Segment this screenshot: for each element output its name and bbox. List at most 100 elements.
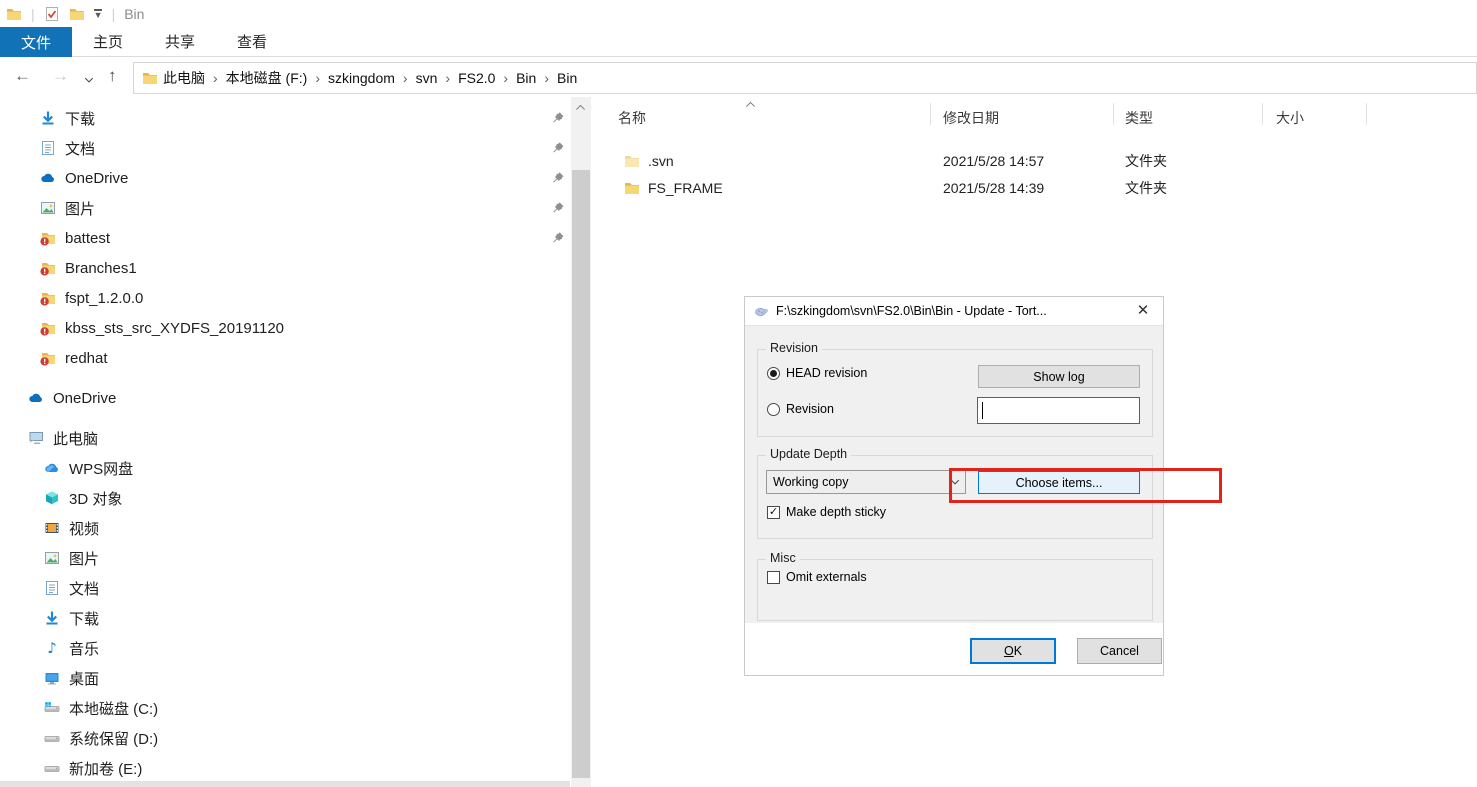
pin-icon: [552, 141, 565, 158]
sidebar-item[interactable]: OneDrive: [0, 163, 570, 193]
column-header-name[interactable]: 名称: [600, 105, 930, 131]
sidebar-item[interactable]: 文档: [0, 133, 570, 163]
scrollbar-thumb[interactable]: [572, 170, 590, 778]
up-button[interactable]: ↑: [108, 65, 117, 87]
sidebar-item-label: 新加卷 (E:): [69, 760, 143, 778]
sidebar-item[interactable]: 视频: [0, 513, 570, 543]
breadcrumb-separator-icon[interactable]: ›: [498, 70, 513, 86]
breadcrumb-separator-icon[interactable]: ›: [398, 70, 413, 86]
checkbox-unchecked-icon: [767, 570, 780, 584]
sidebar-item[interactable]: WPS网盘: [0, 453, 570, 483]
sidebar-item[interactable]: 本地磁盘 (C:): [0, 693, 570, 723]
sidebar-item[interactable]: 此电脑: [0, 423, 570, 453]
head-revision-radio[interactable]: HEAD revision: [767, 366, 867, 380]
column-header-date[interactable]: 修改日期: [930, 105, 1113, 131]
breadcrumb-separator-icon[interactable]: ›: [440, 70, 455, 86]
tab-file[interactable]: 文件: [0, 27, 73, 57]
address-input[interactable]: 此电脑 › 本地磁盘 (F:) › szkingdom › svn › FS2.0 › Bin › Bi…: [133, 62, 1477, 94]
column-separator[interactable]: [1262, 103, 1263, 125]
sidebar-item[interactable]: 新加卷 (E:): [0, 753, 570, 781]
sidebar-item[interactable]: fspt_1.2.0.0: [0, 283, 570, 313]
breadcrumb: 此电脑 › 本地磁盘 (F:) › szkingdom › svn › FS2.0 › Bin › Bi…: [160, 68, 580, 88]
ok-button[interactable]: OK: [970, 638, 1056, 664]
tab-share[interactable]: 共享: [144, 27, 216, 56]
column-separator[interactable]: [1366, 103, 1367, 125]
sidebar-item[interactable]: ♪ 音乐: [0, 633, 570, 663]
omit-externals-checkbox[interactable]: Omit externals: [767, 570, 867, 584]
show-log-button[interactable]: Show log: [978, 365, 1140, 388]
sidebar-item-label: OneDrive: [65, 169, 129, 187]
breadcrumb-separator-icon[interactable]: ›: [539, 70, 554, 86]
folder-icon: [624, 153, 640, 169]
title-bar: | ▼ | Bin: [0, 0, 1477, 27]
file-row[interactable]: FS_FRAME 2021/5/28 14:39 文件夹: [600, 174, 1477, 201]
sidebar-item[interactable]: 桌面: [0, 663, 570, 693]
qat-dropdown-icon[interactable]: ▼: [94, 8, 103, 19]
column-header-type[interactable]: 类型: [1113, 105, 1262, 131]
sidebar-item[interactable]: 3D 对象: [0, 483, 570, 513]
svn-folder-icon: [40, 320, 56, 336]
file-row[interactable]: .svn 2021/5/28 14:57 文件夹: [600, 147, 1477, 174]
sidebar-item[interactable]: 下载: [0, 103, 570, 133]
desktop-icon: [44, 670, 60, 686]
sidebar-item[interactable]: battest: [0, 223, 570, 253]
properties-check-icon[interactable]: [44, 6, 60, 22]
sidebar-item-label: 3D 对象: [69, 490, 123, 508]
vertical-scrollbar[interactable]: [571, 97, 591, 787]
document-icon: [40, 140, 56, 156]
breadcrumb-separator-icon[interactable]: ›: [310, 70, 325, 86]
sidebar-item[interactable]: OneDrive: [0, 383, 570, 413]
dialog-titlebar[interactable]: F:\szkingdom\svn\FS2.0\Bin\Bin - Update …: [745, 297, 1163, 325]
sidebar-item[interactable]: kbss_sts_src_XYDFS_20191120: [0, 313, 570, 343]
file-name: FS_FRAME: [648, 179, 723, 196]
sidebar-item[interactable]: 图片: [0, 193, 570, 223]
depth-combobox[interactable]: Working copy: [766, 470, 966, 494]
pictures-icon: [44, 550, 60, 566]
revision-radio[interactable]: Revision: [767, 402, 834, 416]
recent-locations-chevron-icon[interactable]: [84, 69, 94, 91]
folder-icon[interactable]: [69, 6, 85, 22]
sidebar-item-label: OneDrive: [53, 389, 117, 407]
breadcrumb-separator-icon[interactable]: ›: [208, 70, 223, 86]
breadcrumb-segment[interactable]: 此电脑: [160, 68, 208, 88]
music-icon: ♪: [47, 639, 57, 657]
breadcrumb-segment[interactable]: FS2.0: [455, 70, 498, 86]
breadcrumb-segment[interactable]: svn: [413, 70, 441, 86]
radio-unselected-icon: [767, 402, 780, 416]
horizontal-scrollbar[interactable]: [0, 781, 570, 787]
text-cursor: [982, 402, 983, 419]
column-separator[interactable]: [930, 103, 931, 125]
download-icon: [44, 610, 60, 626]
breadcrumb-segment[interactable]: 本地磁盘 (F:): [223, 68, 311, 88]
forward-button[interactable]: →: [52, 65, 69, 87]
sidebar-item[interactable]: 系统保留 (D:): [0, 723, 570, 753]
breadcrumb-segment[interactable]: Bin: [554, 70, 580, 86]
column-header-size[interactable]: 大小: [1262, 105, 1366, 131]
close-icon[interactable]: ✕: [1133, 301, 1153, 319]
revision-input[interactable]: [977, 397, 1140, 424]
sidebar-item[interactable]: redhat: [0, 343, 570, 373]
breadcrumb-segment[interactable]: Bin: [513, 70, 539, 86]
make-depth-sticky-checkbox[interactable]: ✓ Make depth sticky: [767, 505, 886, 519]
wps-cloud-icon: [44, 460, 60, 476]
sidebar-item-label: 系统保留 (D:): [69, 730, 159, 748]
column-separator[interactable]: [1113, 103, 1114, 125]
breadcrumb-segment[interactable]: szkingdom: [325, 70, 398, 86]
sidebar-item[interactable]: 下载: [0, 603, 570, 633]
window-title: Bin: [124, 5, 145, 22]
sidebar-item-label: battest: [65, 229, 111, 247]
scroll-up-icon[interactable]: [575, 100, 586, 118]
dialog-title: F:\szkingdom\svn\FS2.0\Bin\Bin - Update …: [776, 304, 1047, 318]
sidebar-item[interactable]: Branches1: [0, 253, 570, 283]
sidebar-item[interactable]: 图片: [0, 543, 570, 573]
tab-view[interactable]: 查看: [216, 27, 288, 56]
file-name: .svn: [648, 152, 674, 169]
onedrive-icon: [28, 390, 44, 406]
onedrive-icon: [40, 170, 56, 186]
back-button[interactable]: ←: [14, 65, 31, 87]
folder-icon[interactable]: [6, 6, 22, 22]
cancel-button[interactable]: Cancel: [1077, 638, 1162, 664]
tab-home[interactable]: 主页: [72, 27, 144, 56]
sidebar-item[interactable]: 文档: [0, 573, 570, 603]
sidebar-item-label: 图片: [65, 200, 96, 218]
